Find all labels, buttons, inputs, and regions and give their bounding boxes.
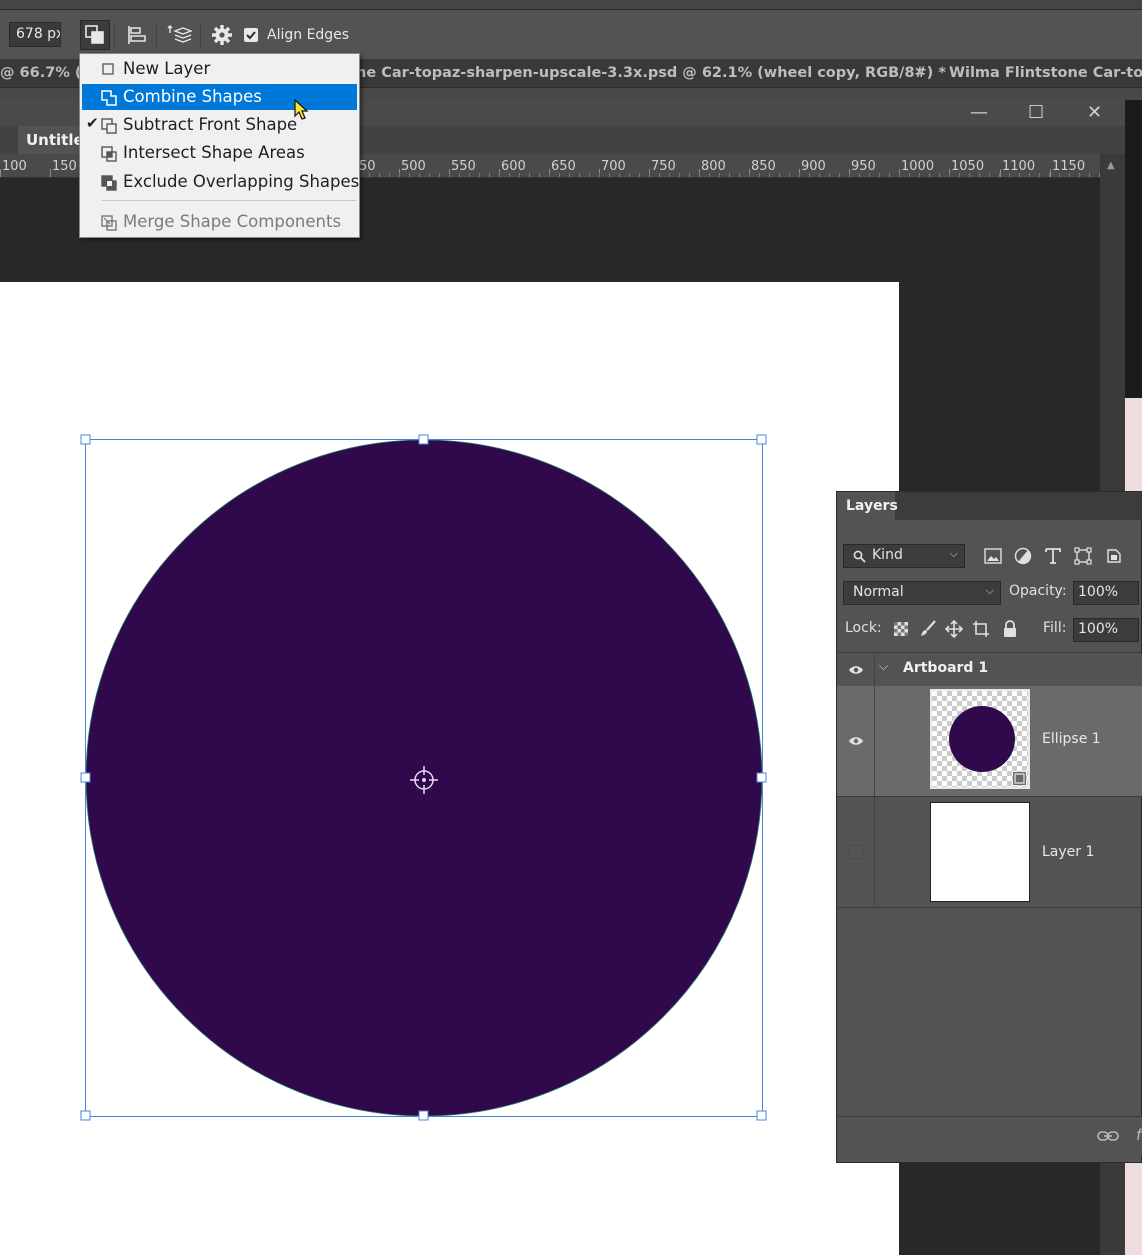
menu-item-label: Combine Shapes: [123, 87, 262, 106]
hidden-eye-box: [848, 845, 863, 859]
combine-shapes-icon: [101, 90, 117, 106]
layer-row-layer-1[interactable]: Layer 1: [837, 797, 1142, 907]
lock-position-button[interactable]: [943, 618, 965, 640]
layer-name: Ellipse 1: [1042, 731, 1101, 747]
transform-handle[interactable]: [756, 1110, 767, 1121]
transform-handle[interactable]: [756, 434, 767, 445]
prevent-auto-nesting-button[interactable]: [970, 618, 992, 640]
subtract-front-shape-icon: [101, 118, 117, 134]
menu-item-label: Exclude Overlapping Shapes: [123, 172, 360, 191]
visibility-toggle[interactable]: [837, 686, 875, 796]
ellipse-thumbnail: [949, 706, 1026, 785]
merge-shape-components-icon: [101, 215, 117, 231]
ellipse-shape[interactable]: [85, 439, 763, 1117]
exclude-overlapping-shapes-icon: [101, 175, 117, 191]
fill-label: Fill:: [1043, 620, 1067, 636]
transform-handle[interactable]: [418, 434, 429, 445]
search-icon: [853, 550, 866, 563]
menu-item-label: Merge Shape Components: [123, 212, 342, 231]
layers-panel-header: Layers: [837, 492, 1142, 520]
opacity-field[interactable]: 100%: [1073, 581, 1139, 605]
transform-handle[interactable]: [756, 772, 767, 783]
fill-field[interactable]: 100%: [1073, 618, 1139, 642]
eye-icon: [848, 666, 863, 674]
image-icon: [984, 548, 1002, 564]
filter-pixel-layers-button[interactable]: [982, 545, 1004, 567]
checkerboard-icon: [894, 622, 908, 636]
artboard-icon: [973, 621, 989, 637]
brush-icon: [921, 620, 936, 636]
filter-shape-layers-button[interactable]: [1072, 545, 1094, 567]
checkmark-icon: ✔: [86, 114, 99, 132]
fill-value: 100%: [1078, 621, 1119, 637]
layer-thumbnail[interactable]: [930, 689, 1030, 789]
lock-label: Lock:: [845, 620, 882, 636]
panel-divider: [837, 652, 1142, 653]
transform-handle[interactable]: [418, 1110, 429, 1121]
visibility-toggle[interactable]: [837, 654, 875, 686]
layer-name: Layer 1: [1042, 844, 1095, 860]
move-icon: [945, 620, 963, 638]
menu-item-exclude-overlapping-shapes[interactable]: Exclude Overlapping Shapes: [82, 169, 360, 195]
menu-item-new-layer[interactable]: New Layer: [82, 56, 357, 82]
menu-item-subtract-front-shape[interactable]: ✔ Subtract Front Shape: [82, 112, 357, 138]
adjustment-icon: [1014, 547, 1032, 565]
lock-image-pixels-button[interactable]: [917, 618, 939, 640]
transform-handle[interactable]: [80, 772, 91, 783]
transform-handle[interactable]: [80, 1110, 91, 1121]
panel-divider: [837, 907, 1142, 908]
menu-item-intersect-shape-areas[interactable]: Intersect Shape Areas: [82, 140, 357, 166]
layer-row-ellipse[interactable]: Ellipse 1: [837, 686, 1142, 796]
chevron-down-icon: ⌵: [985, 584, 994, 597]
chevron-down-icon: ⌵: [949, 547, 958, 560]
link-layers-icon[interactable]: [1097, 1129, 1119, 1143]
layers-panel: Layers Kind ⌵ Normal ⌵ Opacity: 100% Loc…: [836, 491, 1142, 1163]
layer-thumbnail[interactable]: [930, 802, 1030, 902]
transform-handle[interactable]: [80, 434, 91, 445]
filter-kind-label: Kind: [872, 547, 903, 563]
layers-panel-footer: f: [837, 1116, 1142, 1156]
filter-adjustment-layers-button[interactable]: [1012, 545, 1034, 567]
menu-separator: [102, 200, 356, 201]
new-layer-icon: [102, 63, 114, 75]
eye-icon: [848, 737, 863, 745]
fx-icon[interactable]: f: [1136, 1126, 1141, 1144]
tab-layers[interactable]: Layers: [837, 492, 898, 520]
menu-item-label: Intersect Shape Areas: [123, 143, 305, 162]
type-icon: [1045, 548, 1061, 564]
menu-item-label: Subtract Front Shape: [123, 115, 298, 134]
mouse-cursor-icon: [294, 99, 309, 120]
opacity-label: Opacity:: [1009, 583, 1067, 599]
lock-transparent-pixels-button[interactable]: [890, 618, 912, 640]
filter-type-layers-button[interactable]: [1042, 545, 1064, 567]
filter-kind-select[interactable]: Kind ⌵: [843, 544, 965, 568]
menu-item-label: New Layer: [123, 59, 211, 78]
lock-icon: [1004, 620, 1016, 637]
menu-item-merge-shape-components: Merge Shape Components: [82, 209, 357, 235]
filter-smart-objects-button[interactable]: [1103, 545, 1125, 567]
group-name: Artboard 1: [903, 660, 989, 676]
smart-object-icon: [1107, 549, 1121, 563]
shape-icon: [1074, 547, 1092, 565]
lock-all-button[interactable]: [999, 618, 1021, 640]
blend-mode-select[interactable]: Normal ⌵: [843, 581, 1001, 605]
path-operations-menu: New Layer Combine Shapes ✔ Subtract Fron…: [79, 53, 360, 238]
layer-group-artboard[interactable]: ⌵ Artboard 1: [837, 654, 1142, 686]
visibility-toggle[interactable]: [837, 797, 875, 907]
opacity-value: 100%: [1078, 584, 1119, 600]
intersect-shape-areas-icon: [101, 146, 117, 162]
blend-mode-label: Normal: [853, 584, 904, 600]
menu-item-combine-shapes[interactable]: Combine Shapes: [82, 84, 357, 110]
chevron-down-icon[interactable]: ⌵: [879, 659, 888, 674]
